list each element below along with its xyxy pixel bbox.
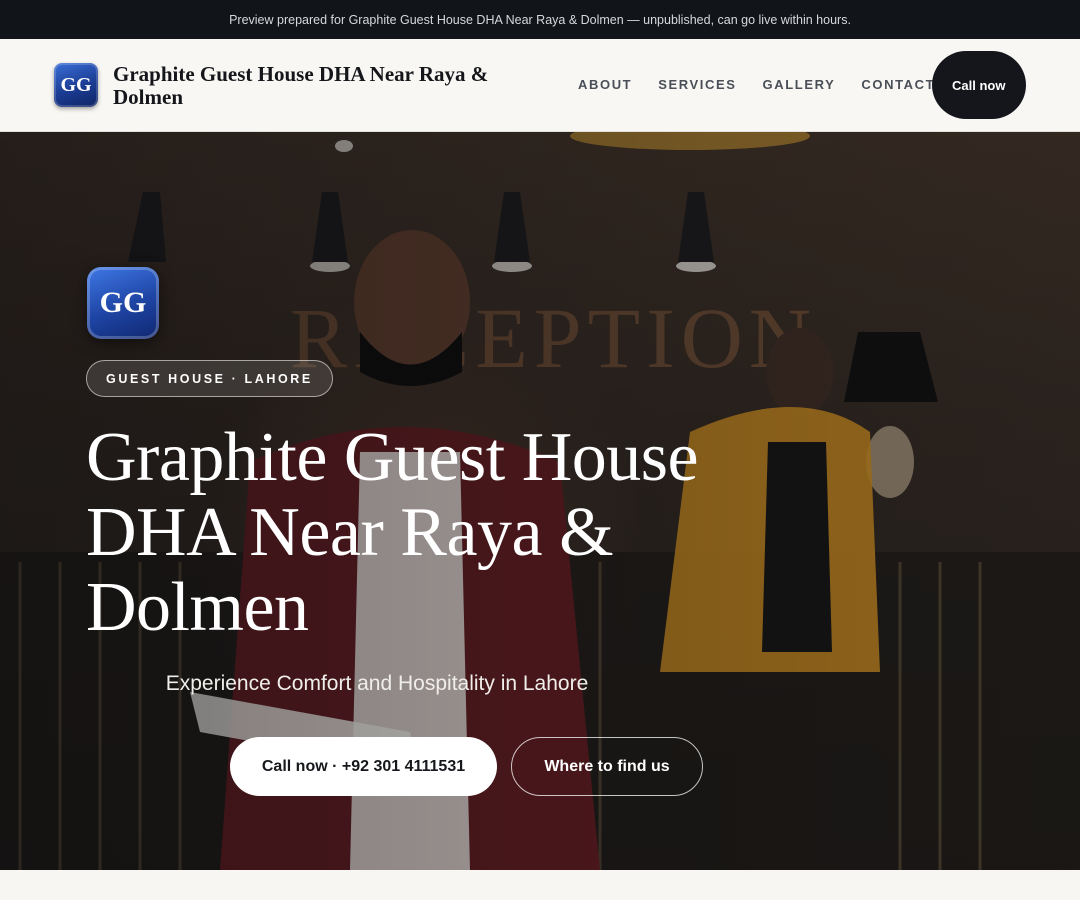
brand-logo[interactable]: GG (54, 63, 98, 107)
nav-gallery[interactable]: GALLERY (763, 77, 836, 92)
nav-about[interactable]: ABOUT (578, 77, 632, 92)
nav-contact[interactable]: CONTACT (861, 77, 935, 92)
brand-name[interactable]: Graphite Guest House DHA Near Raya & Dol… (113, 63, 543, 109)
announcement-text: Preview prepared for Graphite Guest Hous… (229, 12, 851, 27)
announcement-bar: Preview prepared for Graphite Guest Hous… (0, 0, 1080, 39)
nav-services[interactable]: SERVICES (658, 77, 736, 92)
hero-eyebrow-badge: GUEST HOUSE · LAHORE (86, 360, 333, 397)
find-us-button[interactable]: Where to find us (511, 737, 703, 796)
hero-title: Graphite Guest House DHA Near Raya & Dol… (86, 419, 699, 646)
hero-section: RECEPTION GG GUEST HOUSE · LAHORE Graphi… (0, 132, 1080, 870)
next-section (0, 870, 1080, 900)
main-nav: ABOUT SERVICES GALLERY CONTACT (578, 77, 935, 92)
hero-subtitle: Experience Comfort and Hospitality in La… (165, 672, 589, 695)
call-now-button[interactable]: Call now (932, 51, 1026, 119)
hero-logo: GG (87, 267, 159, 339)
call-phone-button[interactable]: Call now · +92 301 4111531 (230, 737, 497, 796)
site-header: GG Graphite Guest House DHA Near Raya & … (0, 39, 1080, 132)
